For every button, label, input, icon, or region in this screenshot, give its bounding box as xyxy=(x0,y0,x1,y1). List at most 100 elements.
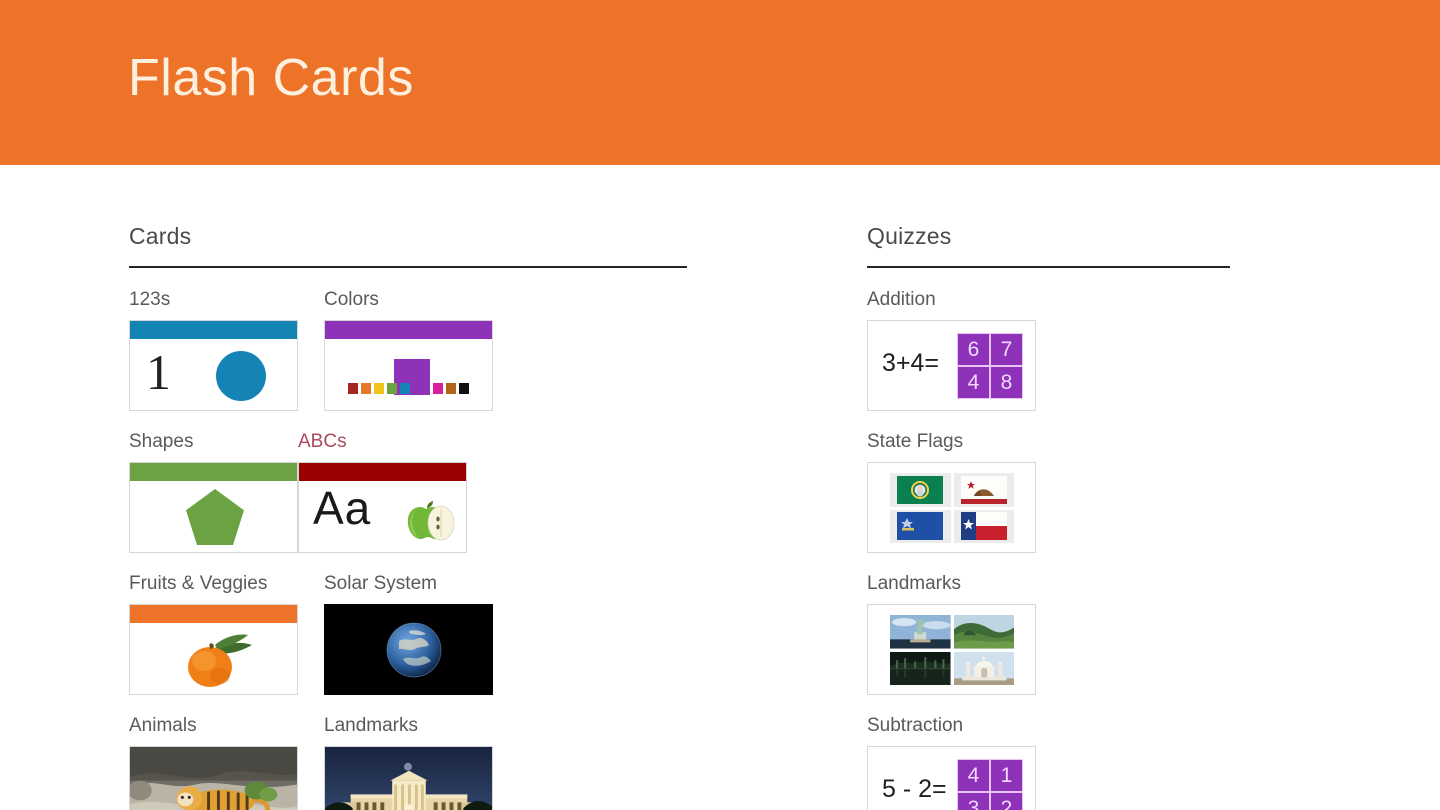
addition-options: 6 7 4 8 xyxy=(957,333,1023,399)
option-photo-taj-mahal[interactable] xyxy=(953,651,1014,685)
card-tile-landmarks[interactable] xyxy=(324,746,493,810)
cards-section-title: Cards xyxy=(129,223,192,249)
accent-bar xyxy=(299,463,466,481)
quiz-tile-landmarks[interactable] xyxy=(867,604,1036,695)
subtraction-expression: 5 - 2= xyxy=(882,775,947,803)
addition-expression: 3+4= xyxy=(882,349,940,377)
swatch-blue xyxy=(400,383,410,394)
night-reflection-photo xyxy=(890,651,951,685)
quizzes-section-title: Quizzes xyxy=(867,223,952,249)
quiz-item-landmarks[interactable]: Landmarks xyxy=(867,574,1036,695)
quiz-item-addition[interactable]: Addition 3+4= 6 7 4 8 xyxy=(867,290,1036,411)
card-item-fruits-veggies[interactable]: Fruits & Veggies xyxy=(129,574,298,695)
taj-mahal-photo xyxy=(953,651,1014,685)
nevada-flag-icon xyxy=(897,512,944,541)
green-hills-photo xyxy=(953,615,1014,649)
quiz-label-subtraction: Subtraction xyxy=(867,715,964,736)
quiz-tile-addition[interactable]: 3+4= 6 7 4 8 xyxy=(867,320,1036,411)
state-flag-options xyxy=(890,473,1014,543)
page-title: Flash Cards xyxy=(128,49,414,107)
quiz-item-subtraction[interactable]: Subtraction 5 - 2= 4 1 3 2 xyxy=(867,716,1036,810)
option-photo-statue-of-liberty[interactable] xyxy=(890,615,951,649)
cards-section: Cards 123s 1 Colors Shapes ABCs Aa Fruit… xyxy=(129,165,687,810)
blue-circle-icon xyxy=(216,351,266,401)
card-tile-shapes[interactable] xyxy=(129,462,298,553)
california-flag-icon xyxy=(960,475,1007,504)
option-flag-california[interactable] xyxy=(953,473,1014,507)
number-one-glyph: 1 xyxy=(146,344,171,400)
option-button[interactable]: 2 xyxy=(991,793,1022,810)
swatch-black xyxy=(459,383,469,394)
card-item-colors[interactable]: Colors xyxy=(324,290,493,411)
option-button[interactable]: 1 xyxy=(991,760,1022,791)
swatch-yellow xyxy=(374,383,384,394)
letters-aa-glyph: Aa xyxy=(313,482,372,534)
texas-flag-icon xyxy=(960,512,1007,541)
option-button[interactable]: 4 xyxy=(958,760,989,791)
quiz-tile-state-flags[interactable] xyxy=(867,462,1036,553)
orange-fruit-icon xyxy=(188,634,252,687)
cards-grid: 123s 1 Colors Shapes ABCs Aa Fruits & Ve… xyxy=(129,268,687,810)
white-house-photo xyxy=(325,747,492,810)
card-item-123s[interactable]: 123s 1 xyxy=(129,290,298,411)
option-button[interactable]: 8 xyxy=(991,367,1022,398)
content-area: Cards 123s 1 Colors Shapes ABCs Aa Fruit… xyxy=(0,165,1440,810)
option-photo-green-hills[interactable] xyxy=(953,615,1014,649)
quiz-tile-subtraction[interactable]: 5 - 2= 4 1 3 2 xyxy=(867,746,1036,810)
accent-bar xyxy=(130,321,297,339)
option-flag-nevada[interactable] xyxy=(890,509,951,543)
pentagon-shape-icon xyxy=(186,489,244,545)
card-tile-abcs[interactable]: Aa xyxy=(298,462,467,553)
card-label-123s: 123s xyxy=(129,289,171,310)
app-header: Flash Cards xyxy=(0,0,1440,165)
accent-bar xyxy=(130,605,297,623)
card-label-landmarks: Landmarks xyxy=(324,715,418,736)
card-item-solar-system[interactable]: Solar System xyxy=(324,574,493,695)
option-button[interactable]: 7 xyxy=(991,334,1022,365)
card-label-shapes: Shapes xyxy=(129,431,194,452)
quizzes-section: Quizzes Addition 3+4= 6 7 4 8 State Flag… xyxy=(867,165,1230,810)
accent-bar xyxy=(130,463,297,481)
option-button[interactable]: 3 xyxy=(958,793,989,810)
statue-of-liberty-photo xyxy=(890,615,951,649)
option-flag-texas[interactable] xyxy=(953,509,1014,543)
option-button[interactable]: 6 xyxy=(958,334,989,365)
card-item-landmarks[interactable]: Landmarks xyxy=(324,716,493,810)
swatch-green xyxy=(387,383,397,394)
option-photo-night-reflection[interactable] xyxy=(890,651,951,685)
card-label-animals: Animals xyxy=(129,715,197,736)
swatch-orange xyxy=(361,383,371,394)
card-item-abcs[interactable]: ABCs Aa xyxy=(298,432,467,553)
card-label-abcs: ABCs xyxy=(298,431,347,452)
card-item-shapes[interactable]: Shapes xyxy=(129,432,298,553)
subtraction-options: 4 1 3 2 xyxy=(957,759,1023,810)
tiger-photo xyxy=(130,747,297,810)
quiz-label-state-flags: State Flags xyxy=(867,431,964,452)
card-tile-colors[interactable] xyxy=(324,320,493,411)
card-tile-fruits-veggies[interactable] xyxy=(129,604,298,695)
accent-bar xyxy=(325,321,492,339)
washington-flag-icon xyxy=(897,475,944,504)
option-flag-washington[interactable] xyxy=(890,473,951,507)
swatch-pink xyxy=(433,383,443,394)
quiz-label-addition: Addition xyxy=(867,289,936,310)
quizzes-grid: Addition 3+4= 6 7 4 8 State Flags Landma… xyxy=(867,268,1230,810)
card-tile-animals[interactable] xyxy=(129,746,298,810)
flash-cards-app: Flash Cards Cards 123s 1 Colors Shapes A… xyxy=(0,0,1440,810)
card-label-solar-system: Solar System xyxy=(324,573,437,594)
option-button[interactable]: 4 xyxy=(958,367,989,398)
swatch-red xyxy=(348,383,358,394)
card-tile-123s[interactable]: 1 xyxy=(129,320,298,411)
quiz-label-landmarks: Landmarks xyxy=(867,573,961,594)
quiz-item-state-flags[interactable]: State Flags xyxy=(867,432,1036,553)
card-item-animals[interactable]: Animals xyxy=(129,716,298,810)
earth-icon xyxy=(386,622,442,678)
apple-icon xyxy=(407,501,455,541)
landmark-options xyxy=(890,615,1014,685)
card-label-fruits-veggies: Fruits & Veggies xyxy=(129,573,268,594)
swatch-brown xyxy=(446,383,456,394)
color-swatches-right xyxy=(433,383,469,394)
card-tile-solar-system[interactable] xyxy=(324,604,493,695)
card-label-colors: Colors xyxy=(324,289,379,310)
color-swatches-left xyxy=(348,383,410,394)
